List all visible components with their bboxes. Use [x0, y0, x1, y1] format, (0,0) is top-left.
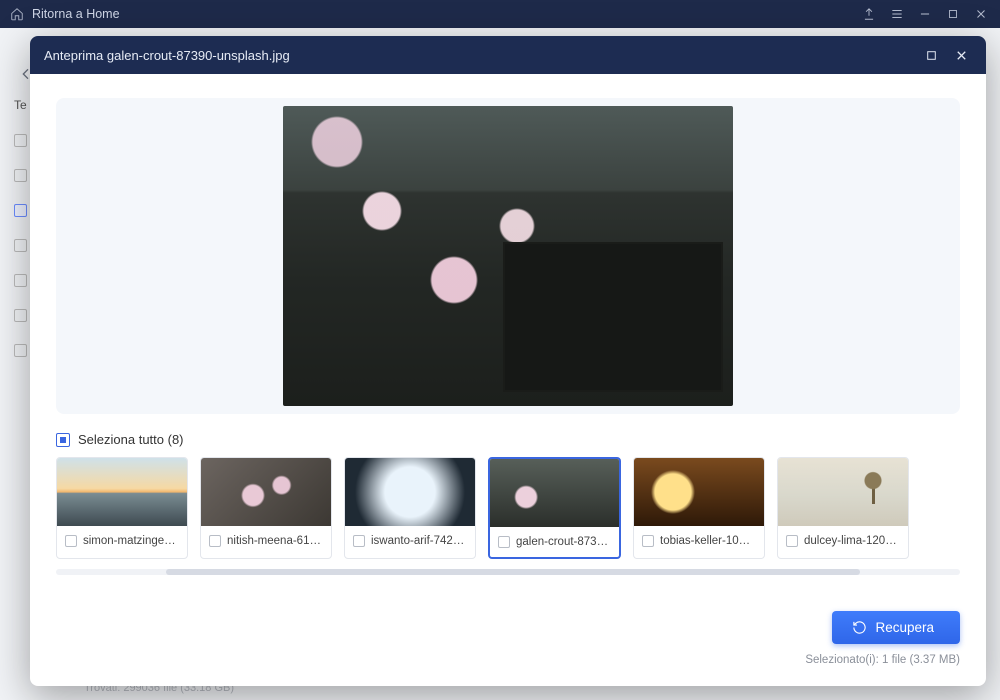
modal-close-icon[interactable]	[950, 44, 972, 66]
menu-icon[interactable]	[888, 5, 906, 23]
thumb-filename: dulcey-lima-12023...	[804, 535, 900, 547]
thumb-filename: iswanto-arif-74269...	[371, 535, 467, 547]
ghost-checkbox	[14, 274, 27, 287]
thumb-checkbox[interactable]	[65, 535, 77, 547]
thumb-checkbox[interactable]	[642, 535, 654, 547]
window-titlebar: Ritorna a Home	[0, 0, 1000, 28]
thumb-filename: simon-matzinger-U...	[83, 535, 179, 547]
select-all-row[interactable]: Seleziona tutto (8)	[30, 414, 986, 457]
modal-header: Anteprima galen-crout-87390-unsplash.jpg	[30, 36, 986, 74]
bg-label: Te	[14, 98, 27, 112]
share-icon[interactable]	[860, 5, 878, 23]
ghost-checkbox	[14, 239, 27, 252]
window-close-icon[interactable]	[972, 5, 990, 23]
home-icon[interactable]	[10, 7, 24, 21]
thumbnail-card[interactable]: nitish-meena-6164...	[200, 457, 332, 559]
image-text-overlay: 御詠歌奉納坂東第拾壹於日根	[603, 269, 711, 384]
thumbnail-strip: simon-matzinger-U... nitish-meena-6164..…	[30, 457, 986, 559]
thumbnail-image	[57, 458, 187, 526]
thumbnail-image	[201, 458, 331, 526]
select-all-checkbox[interactable]	[56, 433, 70, 447]
thumb-filename: tobias-keller-10426...	[660, 535, 756, 547]
thumbnail-image	[778, 458, 908, 526]
modal-footer: Recupera Selezionato(i): 1 file (3.37 MB…	[30, 593, 986, 686]
thumbnail-image	[345, 458, 475, 526]
preview-container: 御詠歌奉納坂東第拾壹於日根	[56, 98, 960, 414]
ghost-checkbox	[14, 344, 27, 357]
maximize-icon[interactable]	[944, 5, 962, 23]
thumbnail-image	[490, 459, 619, 527]
selection-status: Selezionato(i): 1 file (3.37 MB)	[805, 654, 960, 666]
thumb-checkbox[interactable]	[353, 535, 365, 547]
ghost-checkbox	[14, 309, 27, 322]
recover-button-label: Recupera	[875, 620, 934, 635]
thumbnail-image	[634, 458, 764, 526]
thumbnail-card[interactable]: iswanto-arif-74269...	[344, 457, 476, 559]
thumb-checkbox[interactable]	[209, 535, 221, 547]
modal-maximize-icon[interactable]	[920, 44, 942, 66]
thumbnail-card-selected[interactable]: galen-crout-87390-...	[488, 457, 621, 559]
thumbnail-card[interactable]: tobias-keller-10426...	[633, 457, 765, 559]
select-all-label: Seleziona tutto (8)	[78, 432, 184, 447]
window-home-label[interactable]: Ritorna a Home	[32, 7, 120, 21]
preview-image: 御詠歌奉納坂東第拾壹於日根	[283, 106, 733, 406]
thumbnail-card[interactable]: simon-matzinger-U...	[56, 457, 188, 559]
recover-button[interactable]: Recupera	[832, 611, 960, 644]
ghost-checkbox	[14, 169, 27, 182]
thumb-filename: nitish-meena-6164...	[227, 535, 323, 547]
thumb-checkbox[interactable]	[498, 536, 510, 548]
thumb-checkbox[interactable]	[786, 535, 798, 547]
preview-area: 御詠歌奉納坂東第拾壹於日根	[30, 74, 986, 414]
thumbnail-card[interactable]: dulcey-lima-12023...	[777, 457, 909, 559]
ghost-checkbox	[14, 204, 27, 217]
minimize-icon[interactable]	[916, 5, 934, 23]
thumb-filename: galen-crout-87390-...	[516, 536, 611, 548]
modal-title: Anteprima galen-crout-87390-unsplash.jpg	[44, 48, 290, 63]
preview-modal: Anteprima galen-crout-87390-unsplash.jpg…	[30, 36, 986, 686]
thumbnail-scrollbar[interactable]	[56, 569, 960, 575]
ghost-checkbox	[14, 134, 27, 147]
